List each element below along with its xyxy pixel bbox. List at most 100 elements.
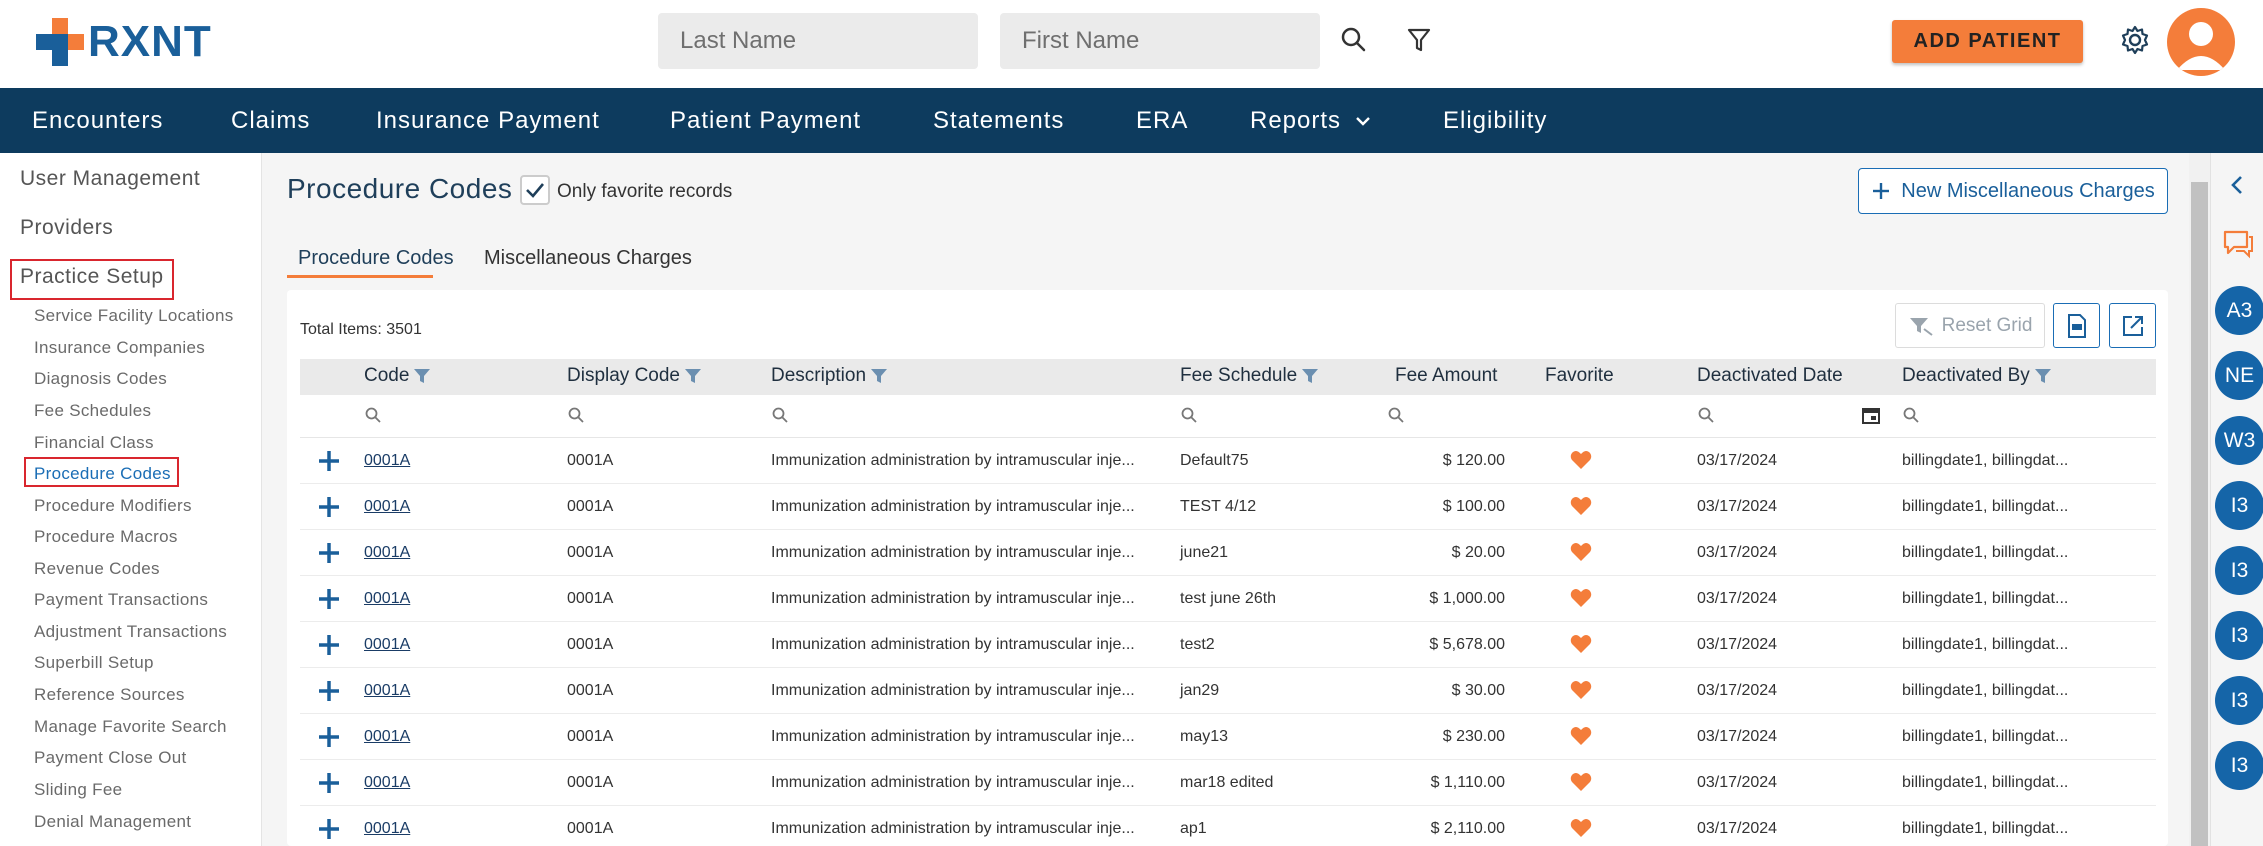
table-row[interactable]: 0001A 0001A Immunization administration … (300, 714, 2156, 760)
sidebar-fee-schedules[interactable]: Fee Schedules (34, 401, 151, 421)
expand-plus-icon[interactable] (317, 817, 341, 841)
sidebar-adjustment-transactions[interactable]: Adjustment Transactions (34, 622, 227, 642)
sidebar-procedure-macros[interactable]: Procedure Macros (34, 527, 178, 547)
col-deactivated-by[interactable]: Deactivated By (1902, 365, 2052, 387)
rxnt-logo[interactable]: RXNT (34, 16, 212, 68)
sidebar-financial-class[interactable]: Financial Class (34, 433, 154, 453)
favorite-heart-icon[interactable] (1570, 726, 1592, 746)
user-avatar[interactable] (2167, 8, 2235, 76)
sidebar-insurance-companies[interactable]: Insurance Companies (34, 338, 205, 358)
expand-plus-icon[interactable] (317, 633, 341, 657)
column-filter-icon[interactable] (1301, 368, 1319, 384)
patient-badge[interactable]: W3 (2215, 416, 2263, 465)
export-excel-button[interactable] (2109, 303, 2156, 348)
sidebar-procedure-modifiers[interactable]: Procedure Modifiers (34, 496, 192, 516)
nav-encounters[interactable]: Encounters (32, 107, 163, 135)
display-code-filter-search-icon[interactable] (567, 406, 585, 424)
favorite-heart-icon[interactable] (1570, 818, 1592, 838)
patient-badge[interactable]: I3 (2215, 481, 2263, 530)
filter-icon[interactable] (1401, 22, 1437, 58)
expand-plus-icon[interactable] (317, 495, 341, 519)
fee-schedule-filter-search-icon[interactable] (1180, 406, 1198, 424)
sidebar-payment-transactions[interactable]: Payment Transactions (34, 590, 208, 610)
patient-badge[interactable]: NE (2215, 351, 2263, 400)
code-link[interactable]: 0001A (364, 590, 410, 608)
sidebar-payment-close-out[interactable]: Payment Close Out (34, 748, 187, 768)
tab-miscellaneous-charges[interactable]: Miscellaneous Charges (484, 247, 692, 270)
code-link[interactable]: 0001A (364, 498, 410, 516)
expand-plus-icon[interactable] (317, 725, 341, 749)
export-pdf-button[interactable] (2053, 303, 2100, 348)
col-display-code[interactable]: Display Code (567, 365, 702, 387)
search-icon[interactable] (1336, 22, 1372, 58)
column-filter-icon[interactable] (2034, 368, 2052, 384)
calendar-icon[interactable] (1861, 405, 1881, 425)
scrollbar-thumb[interactable] (2191, 182, 2208, 846)
chevron-left-icon[interactable] (2229, 175, 2245, 195)
sidebar-manage-favorite-search[interactable]: Manage Favorite Search (34, 717, 227, 737)
sidebar-reference-sources[interactable]: Reference Sources (34, 685, 185, 705)
sidebar-service-facility-locations[interactable]: Service Facility Locations (34, 306, 234, 326)
favorite-heart-icon[interactable] (1570, 450, 1592, 470)
sidebar-sliding-fee[interactable]: Sliding Fee (34, 780, 122, 800)
description-filter-search-icon[interactable] (771, 406, 789, 424)
expand-plus-icon[interactable] (317, 541, 341, 565)
table-row[interactable]: 0001A 0001A Immunization administration … (300, 622, 2156, 668)
tab-procedure-codes[interactable]: Procedure Codes (298, 247, 454, 270)
column-filter-icon[interactable] (684, 368, 702, 384)
add-patient-button[interactable]: ADD PATIENT (1892, 20, 2083, 63)
column-filter-icon[interactable] (870, 368, 888, 384)
expand-plus-icon[interactable] (317, 679, 341, 703)
nav-eligibility[interactable]: Eligibility (1443, 107, 1547, 135)
col-fee-schedule[interactable]: Fee Schedule (1180, 365, 1319, 387)
table-row[interactable]: 0001A 0001A Immunization administration … (300, 438, 2156, 484)
favorite-records-checkbox[interactable] (520, 175, 550, 205)
col-favorite[interactable]: Favorite (1545, 365, 1614, 387)
nav-reports[interactable]: Reports (1250, 107, 1371, 135)
new-miscellaneous-charges-button[interactable]: New Miscellaneous Charges (1858, 168, 2168, 214)
table-row[interactable]: 0001A 0001A Immunization administration … (300, 576, 2156, 622)
nav-era[interactable]: ERA (1136, 107, 1188, 135)
table-row[interactable]: 0001A 0001A Immunization administration … (300, 760, 2156, 806)
deactivated-date-filter-search-icon[interactable] (1697, 406, 1715, 424)
first-name-input[interactable] (1000, 13, 1320, 69)
favorite-heart-icon[interactable] (1570, 588, 1592, 608)
last-name-input[interactable] (658, 13, 978, 69)
favorite-heart-icon[interactable] (1570, 772, 1592, 792)
sidebar-providers[interactable]: Providers (20, 216, 113, 240)
favorite-heart-icon[interactable] (1570, 542, 1592, 562)
expand-plus-icon[interactable] (317, 449, 341, 473)
code-filter-search-icon[interactable] (364, 406, 382, 424)
table-row[interactable]: 0001A 0001A Immunization administration … (300, 484, 2156, 530)
nav-statements[interactable]: Statements (933, 107, 1064, 135)
code-link[interactable]: 0001A (364, 728, 410, 746)
code-link[interactable]: 0001A (364, 820, 410, 838)
deactivated-by-filter-search-icon[interactable] (1902, 406, 1920, 424)
sidebar-user-management[interactable]: User Management (20, 167, 200, 191)
patient-badge[interactable]: I3 (2215, 611, 2263, 660)
favorite-heart-icon[interactable] (1570, 634, 1592, 654)
table-row[interactable]: 0001A 0001A Immunization administration … (300, 668, 2156, 714)
nav-patient-payment[interactable]: Patient Payment (670, 107, 861, 135)
col-fee-amount[interactable]: Fee Amount (1395, 365, 1497, 387)
table-row[interactable]: 0001A 0001A Immunization administration … (300, 530, 2156, 576)
nav-insurance-payment[interactable]: Insurance Payment (376, 107, 600, 135)
reset-grid-button[interactable]: Reset Grid (1895, 303, 2045, 348)
patient-badge[interactable]: I3 (2215, 546, 2263, 595)
expand-plus-icon[interactable] (317, 771, 341, 795)
favorite-heart-icon[interactable] (1570, 680, 1592, 700)
settings-gear-icon[interactable] (2117, 22, 2153, 58)
col-description[interactable]: Description (771, 365, 888, 387)
chat-icon[interactable] (2222, 229, 2254, 259)
code-link[interactable]: 0001A (364, 544, 410, 562)
favorite-heart-icon[interactable] (1570, 496, 1592, 516)
col-code[interactable]: Code (364, 365, 431, 387)
table-row[interactable]: 0001A 0001A Immunization administration … (300, 806, 2156, 846)
sidebar-revenue-codes[interactable]: Revenue Codes (34, 559, 160, 579)
sidebar-diagnosis-codes[interactable]: Diagnosis Codes (34, 369, 167, 389)
patient-badge[interactable]: I3 (2215, 676, 2263, 725)
fee-amount-filter-search-icon[interactable] (1387, 406, 1405, 424)
sidebar-practice-setup[interactable]: Practice Setup (20, 265, 164, 289)
sidebar-procedure-codes[interactable]: Procedure Codes (34, 464, 171, 484)
patient-badge[interactable]: I3 (2215, 741, 2263, 790)
